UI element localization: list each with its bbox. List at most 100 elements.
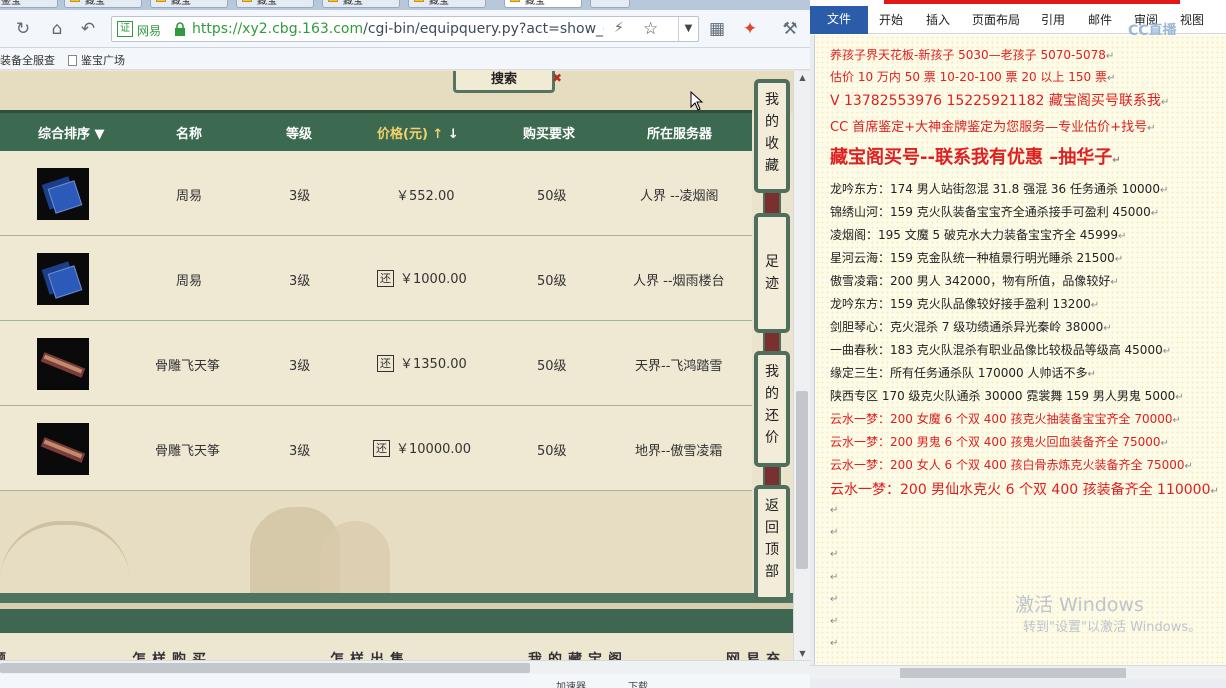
browser-tab[interactable]: 藏宝✕ (150, 0, 228, 8)
home-icon[interactable]: ⌂ (46, 18, 68, 40)
document-body[interactable]: 养孩子界天花板-新孩子 5030—老孩子 5070-5078↵ 估价 10 万内 … (815, 35, 1226, 665)
footer-link-how-to-buy[interactable]: 怎样购买 (132, 649, 212, 660)
vertical-scrollbar[interactable]: ▲ ▼ (793, 71, 810, 660)
tab-file[interactable]: 文件 (810, 6, 868, 34)
refresh-icon[interactable]: ↻ (12, 18, 34, 40)
item-name[interactable]: 骨雕飞天筝 (155, 355, 220, 374)
paragraph-mark-icon: ↵ (1184, 461, 1193, 472)
document-line: 云水一梦：200 女人 6 个双 400 孩白骨赤炼克火装备齐全 75000↵ (830, 456, 1193, 473)
footer-link[interactable]: 题 (0, 649, 12, 660)
sort-down-arrow-icon[interactable]: ↓ (448, 127, 459, 142)
tab-references[interactable]: 引用 (1041, 11, 1065, 28)
sort-price[interactable]: 价格(元) ↑ ↓ (377, 123, 459, 142)
horizontal-scrollbar[interactable] (0, 660, 810, 674)
paragraph-mark-icon: ↵ (830, 638, 839, 649)
scroll-down-icon[interactable]: ▼ (794, 649, 810, 658)
document-line: 凌烟阁：195 文魔 5 破克水大力装备宝宝齐全 45999↵ (830, 226, 1126, 243)
paragraph-mark-icon: ↵ (1106, 73, 1116, 84)
item-name[interactable]: 骨雕飞天筝 (155, 440, 220, 459)
tab-home[interactable]: 开始 (879, 11, 903, 28)
bookmark-item[interactable]: 装备全服查 (0, 52, 55, 68)
document-line-text: 云水一梦：200 女人 6 个双 400 孩白骨赤炼克火装备齐全 75000 (830, 458, 1185, 472)
close-tab-icon[interactable]: ✕ (215, 0, 223, 2)
close-tab-icon[interactable]: ✕ (45, 0, 53, 2)
scrollbar-thumb[interactable] (0, 663, 530, 673)
new-tab-button[interactable]: + (590, 0, 630, 8)
table-row[interactable]: 周易 3级 还 ￥1000.00 50级 人界 --烟雨楼台 (0, 236, 752, 321)
item-thumbnail[interactable] (37, 423, 89, 475)
scrollbar-thumb[interactable] (796, 391, 808, 569)
document-horizontal-scrollbar[interactable] (810, 665, 1226, 679)
item-name[interactable]: 周易 (176, 185, 202, 204)
bookmarks-bar: 装备全服查 鉴宝广场 (0, 48, 810, 70)
mouse-cursor-icon (690, 91, 704, 111)
item-level: 3级 (289, 274, 311, 289)
close-tab-icon[interactable]: ✕ (301, 0, 309, 2)
scrollbar-thumb[interactable] (900, 668, 1126, 678)
results-table-header: 综合排序 ▼ 名称 等级 价格(元) ↑ ↓ 购买要求 所在服务器 (0, 113, 752, 151)
tab-page-layout[interactable]: 页面布局 (972, 11, 1020, 28)
back-to-top-button[interactable]: 返回顶部 (754, 485, 790, 601)
table-row[interactable]: 骨雕飞天筝 3级 还 ￥10000.00 50级 地界--傲雪凌霜 (0, 406, 752, 491)
tab-view[interactable]: 视图 (1180, 11, 1204, 28)
item-name[interactable]: 周易 (176, 270, 202, 289)
close-icon[interactable]: ✖ (552, 71, 562, 85)
tools-icon[interactable]: ⚒ (779, 18, 801, 40)
browser-tab[interactable]: 藏宝✕ (64, 0, 142, 8)
footer-link-my-cbg[interactable]: 我的藏宝阁 (528, 649, 628, 660)
document-line: 傲雪凌霜：200 男人 342000，物有所值，品像较好↵ (830, 272, 1119, 289)
search-button[interactable]: 搜索 (453, 71, 555, 93)
bookmark-star-icon[interactable]: ☆ (643, 19, 658, 39)
browser-tab[interactable]: 藏宝✕ (408, 0, 486, 8)
item-server: 人界 --烟雨楼台 (633, 274, 725, 289)
close-tab-icon[interactable]: ✕ (387, 0, 395, 2)
close-tab-icon[interactable]: ✕ (129, 0, 137, 2)
paragraph-mark-icon: ↵ (1114, 254, 1124, 265)
bargain-badge[interactable]: 还 (373, 440, 390, 457)
grid-icon[interactable]: ▦ (706, 18, 728, 40)
sort-up-arrow-icon[interactable]: ↑ (432, 127, 443, 142)
back-icon[interactable]: ↶ (77, 18, 99, 40)
url-text[interactable]: https://xy2.cbg.163.com/cgi-bin/equipque… (192, 21, 604, 37)
footer-link-how-to-sell[interactable]: 怎样出售 (330, 649, 410, 660)
bargain-badge[interactable]: 还 (377, 270, 394, 287)
accelerator-button[interactable]: 加速器 (556, 678, 586, 688)
footer-link-recharge[interactable]: 网易充 (726, 649, 786, 660)
browser-tab-active[interactable]: 藏宝✕ (504, 0, 582, 8)
url-dropdown-icon[interactable]: ▼ (678, 17, 698, 41)
close-tab-icon[interactable]: ✕ (473, 0, 481, 2)
document-line: 估价 10 万内 50 票 10-20-100 票 20 以上 150 票↵ (830, 68, 1115, 85)
item-price: 还 ￥1350.00 (377, 353, 467, 372)
table-row[interactable]: 周易 3级 ￥552.00 50级 人界 --凌烟阁 (0, 151, 752, 236)
tab-insert[interactable]: 插入 (926, 11, 950, 28)
column-requirement: 购买要求 (523, 127, 576, 142)
item-server: 地界--傲雪凌霜 (635, 444, 723, 459)
word-status-bar (810, 679, 1226, 688)
sort-comprehensive[interactable]: 综合排序 ▼ (38, 123, 105, 142)
my-favorites-button[interactable]: 我的收藏 (754, 79, 790, 193)
bargain-badge[interactable]: 还 (377, 355, 394, 372)
my-bargains-button[interactable]: 我的还价 (754, 351, 790, 467)
document-line-text: 星河云海：159 克金队统一种植景行明光睡杀 21500 (830, 251, 1115, 265)
item-thumbnail[interactable] (37, 253, 89, 305)
bookmark-item[interactable]: 鉴宝广场 (68, 52, 125, 68)
scroll-up-icon[interactable]: ▲ (794, 73, 810, 82)
tab-mailings[interactable]: 邮件 (1088, 11, 1112, 28)
item-thumbnail[interactable] (37, 168, 89, 220)
paragraph-mark-icon: ↵ (1172, 415, 1181, 426)
item-price: 还 ￥1000.00 (377, 268, 467, 287)
address-bar[interactable]: 证 网易 https://xy2.cbg.163.com/cgi-bin/equ… (111, 16, 699, 42)
download-button[interactable]: 下载 (628, 678, 648, 688)
game-icon[interactable]: ✦ (739, 18, 761, 40)
document-line-text: 云水一梦：200 男仙水克火 6 个双 400 孩装备齐全 110000 (830, 482, 1211, 498)
table-row[interactable]: 骨雕飞天筝 3级 还 ￥1350.00 50级 天界--飞鸿踏雪 (0, 321, 752, 406)
certificate-icon[interactable]: 证 (117, 21, 133, 37)
page-icon (414, 0, 424, 2)
browser-tab[interactable]: 藏宝✕ (236, 0, 314, 8)
item-thumbnail[interactable] (37, 338, 89, 390)
lightning-icon[interactable]: ⚡ (614, 20, 624, 36)
browser-tab[interactable]: 鉴宝✕ (0, 0, 58, 8)
browser-tab[interactable]: 藏宝✕ (322, 0, 400, 8)
footprints-button[interactable]: 足迹 (754, 213, 790, 333)
close-tab-icon[interactable]: ✕ (569, 0, 577, 2)
